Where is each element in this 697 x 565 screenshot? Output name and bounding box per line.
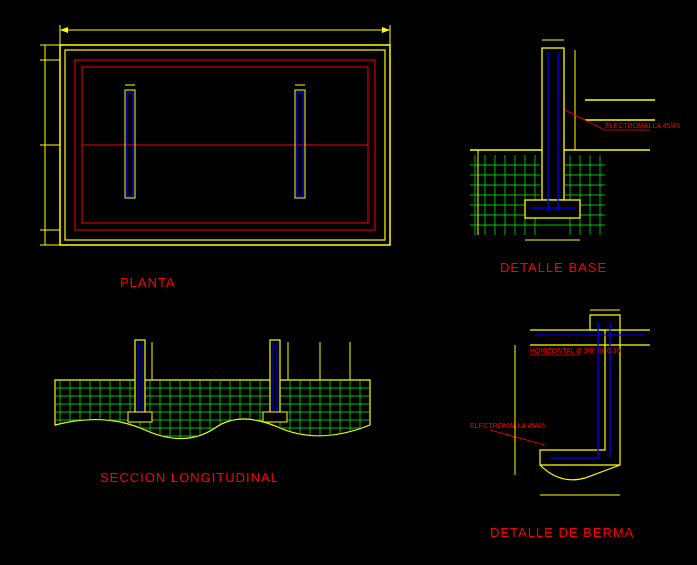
electromalla-annotation-2: ELECTROMALLA 45/45 — [470, 423, 545, 430]
horizontal-annotation: HORIZONTAL Ø 3/8" @ 0.30 — [530, 348, 621, 355]
detalle-berma-title: DETALLE DE BERMA — [490, 525, 634, 540]
detalle-berma-drawing: HORIZONTAL Ø 3/8" @ 0.30 ELECTROMALLA 45… — [0, 0, 697, 565]
